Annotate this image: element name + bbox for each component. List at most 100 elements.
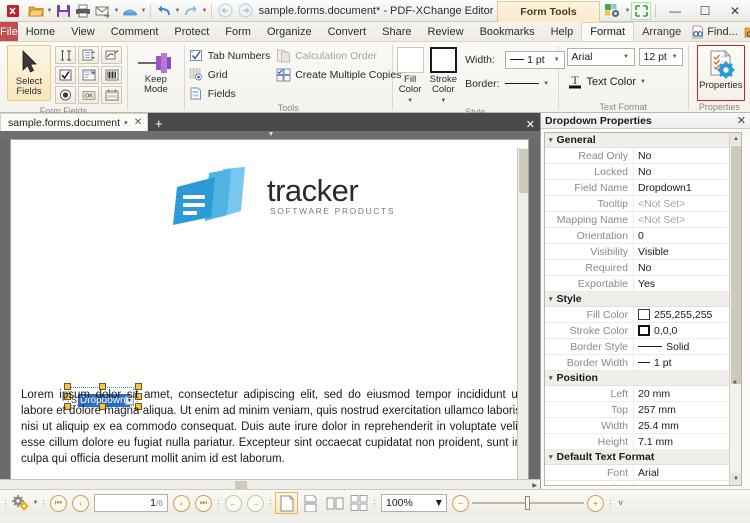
tab-numbers-button[interactable]: 1 Tab Numbers (189, 47, 270, 64)
undo-icon[interactable] (154, 1, 174, 21)
pdf-page[interactable]: tracker SOFTWARE PRODUCTS S Dropdown1 ▼ (10, 139, 529, 509)
stroke-color-button[interactable]: Stroke Color ▼ (430, 47, 457, 106)
properties-panel-scrollbar[interactable]: ▲ ■ ▼ (729, 133, 741, 485)
status-bar-expand-icon[interactable]: ˅ (615, 498, 626, 508)
document-tab-close-icon[interactable]: ✕ (132, 117, 144, 128)
back-icon[interactable] (215, 1, 235, 21)
context-tab-form-tools[interactable]: Form Tools (497, 0, 600, 22)
maximize-button[interactable]: ☐ (690, 0, 720, 21)
property-value-left[interactable]: 20 mm (633, 385, 730, 402)
navigate-forward-button[interactable]: → (245, 493, 266, 514)
navigate-back-button[interactable]: ← (223, 493, 244, 514)
tab-format[interactable]: Format (581, 22, 635, 41)
property-row-visibility[interactable]: Visibility Visible (545, 243, 730, 260)
keep-mode-button[interactable]: Keep Mode (132, 45, 180, 101)
next-page-button[interactable]: › (171, 493, 192, 514)
group-collapse-icon-position[interactable]: ▾ (549, 374, 553, 382)
border-style-picker[interactable]: ▼ (505, 81, 549, 87)
open-dropdown-caret-icon[interactable]: ▼ (46, 1, 53, 21)
property-row-width[interactable]: Width 25.4 mm (545, 417, 730, 434)
tab-help[interactable]: Help (543, 22, 582, 41)
property-value-mapping-name[interactable]: <Not Set> (633, 211, 730, 228)
property-value-font-size[interactable]: 12 pt (633, 480, 730, 485)
tab-organize[interactable]: Organize (259, 22, 320, 41)
property-value-font[interactable]: Arial (633, 464, 730, 481)
signature-field-icon[interactable] (101, 46, 122, 64)
tab-home[interactable]: Home (18, 22, 63, 41)
minimize-button[interactable]: — (660, 0, 690, 21)
calculation-order-button[interactable]: Calculation Order (276, 47, 401, 64)
settings-gear-icon[interactable] (10, 493, 31, 514)
group-collapse-icon-general[interactable]: ▾ (549, 136, 553, 144)
property-value-required[interactable]: No (633, 259, 730, 276)
property-row-required[interactable]: Required No (545, 259, 730, 276)
border-width-combo[interactable]: 1 pt ▼ (505, 50, 566, 69)
property-value-width[interactable]: 25.4 mm (633, 417, 730, 434)
property-row-exportable[interactable]: Exportable Yes (545, 275, 730, 292)
property-row-font-size[interactable]: Font Size 12 pt (545, 480, 730, 485)
undo-dropdown-caret-icon[interactable]: ▼ (174, 1, 181, 21)
select-fields-button[interactable]: Select Fields (7, 45, 51, 101)
previous-page-button[interactable]: ‹ (70, 493, 91, 514)
property-row-border-style[interactable]: Border Style Solid (545, 338, 730, 355)
group-collapse-icon-style[interactable]: ▾ (549, 295, 553, 303)
grid-button[interactable]: Grid (189, 66, 270, 83)
email-icon[interactable] (93, 1, 113, 21)
property-value-visibility[interactable]: Visible (633, 243, 730, 260)
scan-dropdown-caret-icon[interactable]: ▼ (140, 1, 147, 21)
tab-comment[interactable]: Comment (103, 22, 167, 41)
property-row-stroke-color[interactable]: Stroke Color 0,0,0 (545, 322, 730, 339)
text-color-button[interactable]: T Text Color ▼ (567, 73, 646, 90)
view-mode-single-page[interactable] (275, 492, 298, 514)
property-group-position[interactable]: ▾ Position (545, 371, 730, 386)
tab-arrange[interactable]: Arrange (634, 22, 689, 41)
text-field-icon[interactable] (55, 46, 76, 64)
open-icon[interactable] (26, 1, 46, 21)
page-number-input[interactable]: 1 /6 (94, 494, 168, 512)
properties-button[interactable]: Properties (696, 45, 745, 101)
property-value-top[interactable]: 257 mm (633, 401, 730, 418)
page-vertical-scrollbar[interactable] (517, 148, 528, 490)
tab-convert[interactable]: Convert (320, 22, 375, 41)
property-row-mapping-name[interactable]: Mapping Name <Not Set> (545, 211, 730, 228)
document-tab[interactable]: sample.forms.document • ✕ (0, 113, 149, 131)
property-row-top[interactable]: Top 257 mm (545, 401, 730, 418)
scan-icon[interactable] (120, 1, 140, 21)
property-row-locked[interactable]: Locked No (545, 163, 730, 180)
email-dropdown-caret-icon[interactable]: ▼ (113, 1, 120, 21)
view-mode-two-page-continuous[interactable] (347, 492, 370, 514)
fullscreen-icon[interactable] (631, 1, 651, 20)
fill-color-button[interactable]: Fill Color ▼ (396, 47, 424, 106)
property-group-default-text-format[interactable]: ▾ Default Text Format (545, 450, 730, 465)
property-value-tooltip[interactable]: <Not Set> (633, 195, 730, 212)
theme-settings-icon[interactable] (600, 1, 624, 21)
group-collapse-icon-default-text-format[interactable]: ▾ (549, 453, 553, 461)
zoom-level-combo[interactable]: 100% ▼ (381, 494, 447, 512)
push-button-icon[interactable]: OK (78, 86, 99, 104)
date-field-icon[interactable] (101, 86, 122, 104)
property-row-tooltip[interactable]: Tooltip <Not Set> (545, 195, 730, 212)
tab-protect[interactable]: Protect (166, 22, 217, 41)
find-button[interactable]: Find... (689, 25, 740, 39)
property-value-read-only[interactable]: No (633, 147, 730, 164)
property-value-exportable[interactable]: Yes (633, 275, 730, 292)
close-button[interactable]: ✕ (720, 0, 750, 21)
tab-bookmarks[interactable]: Bookmarks (472, 22, 543, 41)
search-button[interactable]: Search... (742, 25, 750, 39)
dropdown-field-icon[interactable] (78, 66, 99, 84)
close-document-button[interactable]: ✕ (526, 118, 540, 131)
property-value-height[interactable]: 7.1 mm (633, 433, 730, 450)
zoom-in-button[interactable]: + (585, 493, 606, 514)
page-vertical-scroll-thumb[interactable] (519, 149, 528, 193)
property-value-orientation[interactable]: 0 (633, 227, 730, 244)
tab-file[interactable]: File (0, 22, 18, 41)
property-group-style[interactable]: ▾ Style (545, 292, 730, 307)
property-row-orientation[interactable]: Orientation 0 (545, 227, 730, 244)
check-box-icon[interactable] (55, 66, 76, 84)
property-row-left[interactable]: Left 20 mm (545, 385, 730, 402)
redo-dropdown-caret-icon[interactable]: ▼ (201, 1, 208, 21)
barcode-field-icon[interactable] (101, 66, 122, 84)
font-size-combo[interactable]: 12 pt ▼ (638, 48, 683, 66)
tab-form[interactable]: Form (217, 22, 259, 41)
forward-icon[interactable] (235, 1, 255, 21)
